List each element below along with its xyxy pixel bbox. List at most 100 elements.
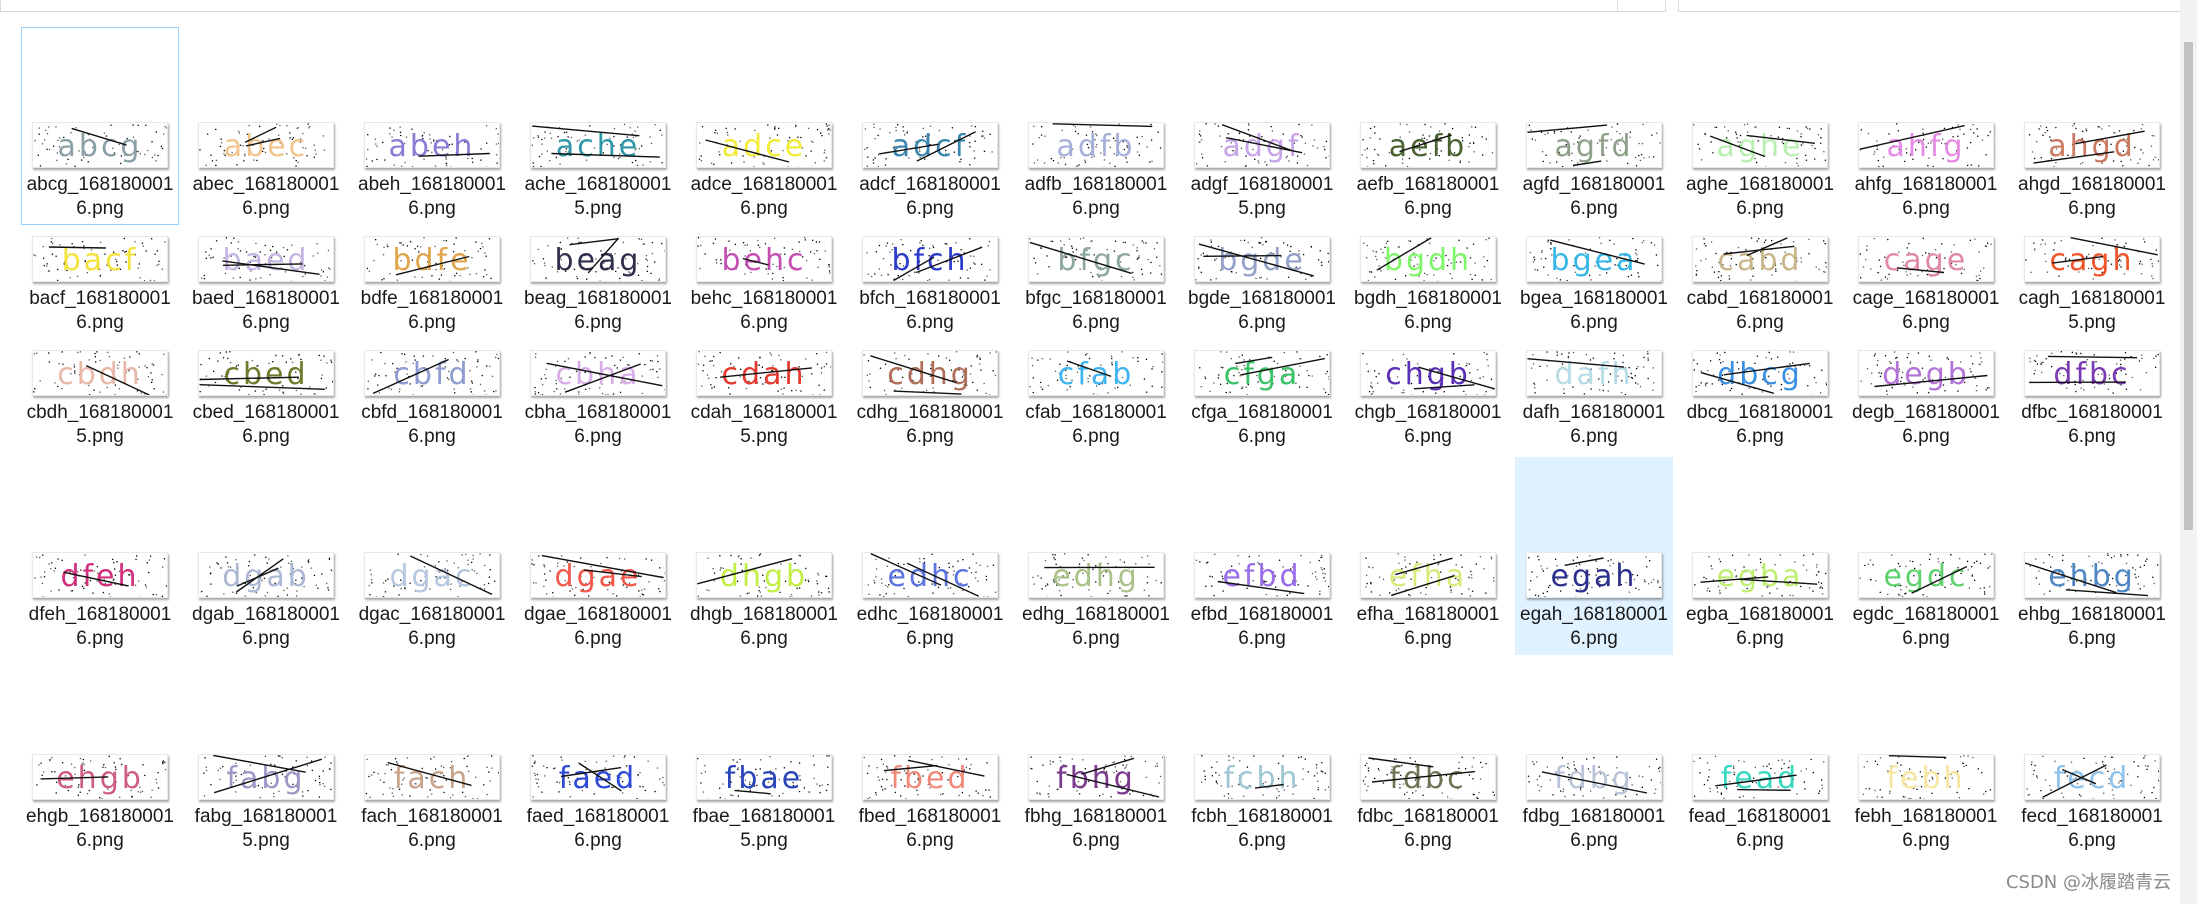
noise-dot [50,590,52,592]
noise-dot [41,774,43,776]
file-item[interactable]: degb degb_1681800016.png [1847,255,2005,453]
noise-dot [1472,243,1475,245]
file-item[interactable]: cbdh cbdh_1681800015.png [21,255,179,453]
noise-dot [322,783,324,785]
noise-dot [1632,237,1634,240]
file-item[interactable]: edhc edhc_1681800016.png [851,457,1009,655]
noise-dot [1201,755,1203,757]
file-item[interactable]: dbcg dbcg_1681800016.png [1681,255,1839,453]
file-item[interactable]: egah egah_1681800016.png [1515,457,1673,655]
file-thumbnail: fdbc [1360,754,1496,800]
noise-dot [1316,772,1318,774]
noise-dot [386,244,388,246]
noise-dot [1162,361,1163,363]
file-item[interactable]: fecd fecd_1681800016.png [2013,659,2171,857]
noise-dot [1542,592,1544,594]
file-item[interactable]: fdbg fdbg_1681800016.png [1515,659,1673,857]
noise-dot [1225,351,1228,353]
noise-dot [1363,242,1365,244]
noise-dot [1789,594,1791,596]
noise-dot [276,123,278,125]
file-item[interactable]: cdah cdah_1681800015.png [685,255,843,453]
file-item[interactable]: cbha cbha_1681800016.png [519,255,677,453]
file-item[interactable]: cbfd cbfd_1681800016.png [353,255,511,453]
file-item[interactable]: egdc egdc_1681800016.png [1847,457,2005,655]
noise-dot [987,596,989,597]
noise-dot [157,787,160,789]
file-item[interactable]: fach fach_1681800016.png [353,659,511,857]
scrollbar-thumb[interactable] [2184,42,2193,530]
file-item[interactable]: efha efha_1681800016.png [1349,457,1507,655]
file-item[interactable]: fbed fbed_1681800016.png [851,659,1009,857]
file-item[interactable]: dgae dgae_1681800016.png [519,457,677,655]
noise-dot [1319,593,1321,595]
file-item[interactable]: fabg fabg_1681800015.png [187,659,345,857]
noise-dot [2144,765,2147,767]
noise-dot [1693,369,1695,371]
noise-dot [1052,553,1054,556]
file-item[interactable]: fead fead_1681800016.png [1681,659,1839,857]
noise-dot [1703,243,1706,245]
noise-dot [1754,126,1756,129]
noise-dot [1546,567,1548,569]
noise-dot [1241,354,1243,356]
file-item[interactable]: chgb chgb_1681800016.png [1349,255,1507,453]
file-item[interactable]: fbhg fbhg_1681800016.png [1017,659,1175,857]
noise-dot [1708,776,1710,778]
file-item[interactable]: febh febh_1681800016.png [1847,659,2005,857]
noise-dot [540,378,542,380]
file-item[interactable]: cbed cbed_1681800016.png [187,255,345,453]
noise-dot [101,798,103,799]
vertical-scrollbar[interactable] [2180,0,2197,904]
noise-dot [880,786,883,788]
file-item[interactable]: dfbc dfbc_1681800016.png [2013,255,2171,453]
file-item[interactable]: ehgb ehgb_1681800016.png [21,659,179,857]
file-item[interactable]: cfga cfga_1681800016.png [1183,255,1341,453]
noise-dot [1656,132,1658,134]
file-thumbnail: efha [1360,552,1496,598]
file-item[interactable]: faed faed_1681800016.png [519,659,677,857]
file-item[interactable]: dgac dgac_1681800016.png [353,457,511,655]
noise-dot [1869,559,1872,561]
file-item[interactable]: dfeh dfeh_1681800016.png [21,457,179,655]
noise-dot [1364,783,1366,785]
noise-dot [1483,568,1485,570]
file-item[interactable]: dafh dafh_1681800016.png [1515,255,1673,453]
file-item[interactable]: ehbg ehbg_1681800016.png [2013,457,2171,655]
captcha-image: cdhg [863,351,997,395]
noise-dot [2141,790,2143,792]
file-item[interactable]: egba egba_1681800016.png [1681,457,1839,655]
noise-dot [2106,553,2109,555]
file-name: faed_1681800016.png [526,806,670,851]
noise-dot [829,129,831,131]
noise-dot [2036,777,2039,779]
file-item[interactable]: fbae fbae_1681800015.png [685,659,843,857]
file-item[interactable]: dhgb dhgb_1681800016.png [685,457,843,655]
noise-dot [697,757,699,760]
noise-dot [384,772,386,775]
file-item[interactable]: fdbc fdbc_1681800016.png [1349,659,1507,857]
noise-dot [1756,240,1758,242]
noise-dot [1544,596,1546,597]
file-item[interactable]: cfab cfab_1681800016.png [1017,255,1175,453]
noise-dot [1379,138,1381,140]
noise-dot [639,772,641,774]
noise-dot [320,377,323,380]
file-item[interactable]: cdhgcdhg_1681800016.png [851,255,1009,453]
noise-dot [2033,242,2035,244]
noise-dot [1705,385,1707,387]
file-item[interactable]: efbd efbd_1681800016.png [1183,457,1341,655]
file-item[interactable]: dgab dgab_1681800016.png [187,457,345,655]
file-item[interactable]: edhg edhg_1681800016.png [1017,457,1175,655]
noise-dot [1561,353,1563,355]
noise-dot [728,240,730,242]
noise-dot [613,755,615,757]
noise-dot [296,595,298,597]
noise-dot [1647,353,1649,355]
noise-dot [479,383,482,385]
noise-dot [589,125,591,127]
noise-dot [1637,366,1639,368]
noise-dot [1703,783,1706,786]
file-item[interactable]: fcbh fcbh_1681800016.png [1183,659,1341,857]
noise-dot [1370,591,1373,593]
